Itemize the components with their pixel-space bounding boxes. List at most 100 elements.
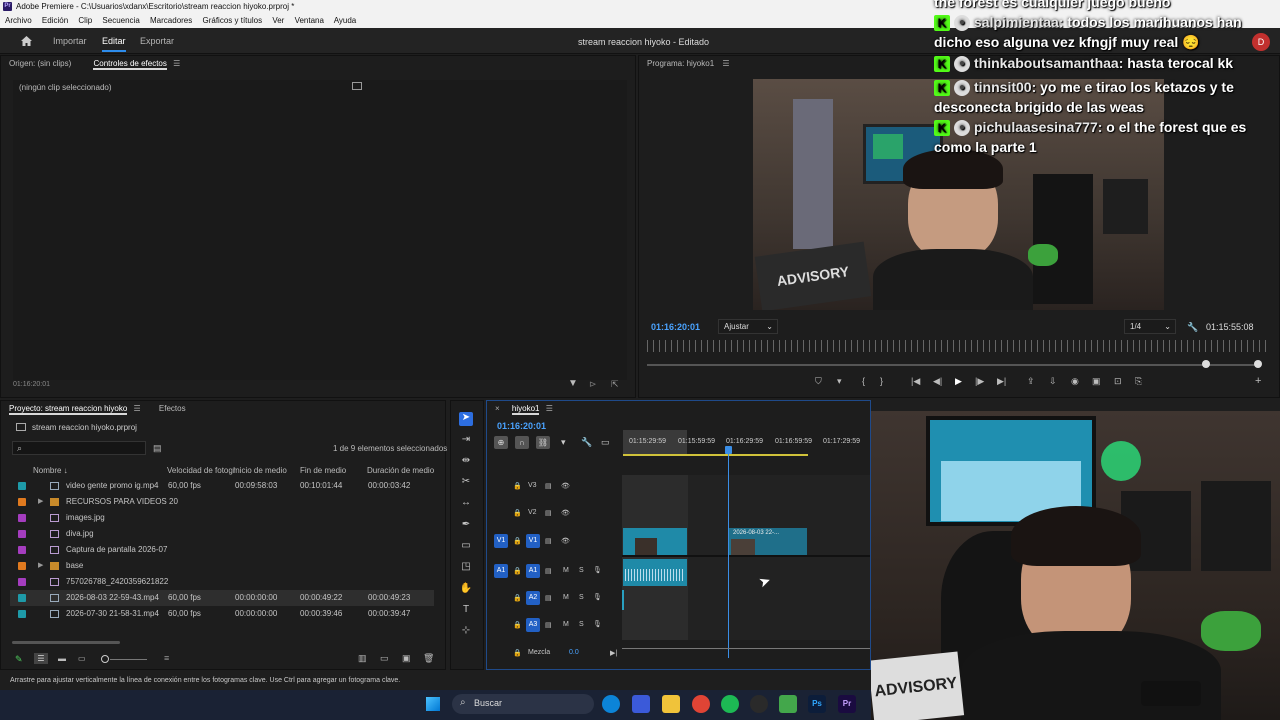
label-color-swatch[interactable] xyxy=(18,578,26,586)
pen-tool-icon[interactable]: ✒ xyxy=(459,519,473,533)
motion-tool-icon[interactable]: ◳ xyxy=(459,561,473,575)
tab-effects[interactable]: Efectos xyxy=(159,404,186,413)
windows-start-icon[interactable] xyxy=(426,697,440,711)
extract-icon[interactable]: ⇩ xyxy=(1049,376,1057,387)
menu-marcadores[interactable]: Marcadores xyxy=(150,16,192,25)
sync-lock-icon[interactable]: ▤ xyxy=(545,594,552,602)
pencil-icon[interactable]: ✎ xyxy=(15,654,23,665)
automate-icon[interactable]: ▥ xyxy=(358,653,367,664)
trash-icon[interactable]: 🗑 xyxy=(423,653,434,664)
playhead-line[interactable] xyxy=(728,448,729,658)
lock-icon[interactable]: 🔒 xyxy=(513,594,522,602)
export-icon[interactable]: ⇱ xyxy=(611,379,619,390)
captions-icon[interactable]: ▭ xyxy=(601,437,610,448)
camera-icon[interactable]: ◉ xyxy=(1071,376,1079,387)
premiere-icon[interactable]: Pr xyxy=(838,695,856,713)
audio-clip[interactable] xyxy=(623,559,687,586)
list-item[interactable]: Captura de pantalla 2026-07 xyxy=(10,542,434,558)
mix-value[interactable]: 0.0 xyxy=(569,649,579,656)
label-color-swatch[interactable] xyxy=(18,562,26,570)
eye-icon[interactable]: 👁 xyxy=(561,509,570,517)
nest-icon[interactable]: ⊕ xyxy=(494,436,508,449)
mark-out-icon[interactable]: } xyxy=(880,376,883,386)
new-item-icon[interactable]: ▣ xyxy=(402,653,411,664)
close-icon[interactable]: × xyxy=(495,404,500,413)
user-avatar-badge[interactable]: D xyxy=(1252,33,1270,51)
ripple-edit-tool-icon[interactable]: ⇹ xyxy=(459,455,473,469)
sync-lock-icon[interactable]: ▤ xyxy=(545,509,552,517)
track-target-a1[interactable]: A1 xyxy=(526,564,540,578)
label-color-swatch[interactable] xyxy=(18,546,26,554)
list-item[interactable]: diva.jpg xyxy=(10,526,434,542)
zoom-slider-handle[interactable] xyxy=(101,655,109,663)
lock-icon[interactable]: 🔒 xyxy=(513,509,522,517)
marker-icon[interactable]: ▾ xyxy=(837,376,842,387)
go-to-end-icon[interactable]: ▶| xyxy=(610,649,617,657)
tab-effect-controls[interactable]: Controles de efectos xyxy=(93,59,167,70)
track-target-a3[interactable]: A3 xyxy=(526,618,540,632)
lock-icon[interactable]: 🔒 xyxy=(513,621,522,629)
project-menu-icon[interactable]: ☰ xyxy=(134,404,141,413)
project-search-input[interactable]: ⌕ xyxy=(12,441,146,455)
lift-icon[interactable]: ⇪ xyxy=(1027,376,1035,387)
label-color-swatch[interactable] xyxy=(18,594,26,602)
source-patch-a1[interactable]: A1 xyxy=(494,564,508,578)
sort-icon[interactable]: ≡ xyxy=(164,653,169,663)
store-icon[interactable] xyxy=(632,695,650,713)
export-frame-icon[interactable]: ⎘ xyxy=(1135,376,1142,387)
snap-icon[interactable]: ∩ xyxy=(515,436,529,449)
lock-icon[interactable]: 🔒 xyxy=(513,567,522,575)
eye-icon[interactable]: 👁 xyxy=(561,482,570,490)
panel-menu-icon[interactable]: ☰ xyxy=(173,59,180,68)
linked-selection-icon[interactable]: ⛓ xyxy=(536,436,550,449)
lock-icon[interactable]: 🔒 xyxy=(513,537,522,545)
go-to-out-icon[interactable]: ▶| xyxy=(997,376,1006,387)
obs-icon[interactable] xyxy=(750,695,768,713)
tab-importar[interactable]: Importar xyxy=(53,36,87,46)
list-item[interactable]: 2026-07-30 21-58-31.mp4 60,00 fps 00:00:00… xyxy=(10,606,434,622)
play-icon[interactable]: ▶ xyxy=(955,376,962,387)
tab-program[interactable]: Programa: hiyoko1 xyxy=(647,59,714,68)
chrome-icon[interactable] xyxy=(692,695,710,713)
selection-tool-icon[interactable]: ➤ xyxy=(459,412,473,426)
list-view-icon[interactable]: ☰ xyxy=(34,653,48,664)
edge-icon[interactable] xyxy=(602,695,620,713)
label-color-swatch[interactable] xyxy=(18,610,26,618)
step-forward-icon[interactable]: |▶ xyxy=(975,376,984,387)
list-item[interactable]: video gente promo ig.mp4 60,00 fps 00:09:5… xyxy=(10,478,434,494)
icon-view-icon[interactable]: ▬ xyxy=(58,654,66,663)
mute-button[interactable]: M xyxy=(563,621,569,628)
col-start[interactable]: Inicio de medio xyxy=(233,466,287,475)
label-color-swatch[interactable] xyxy=(18,530,26,538)
add-button-icon[interactable]: + xyxy=(1255,375,1261,387)
play-audio-icon[interactable]: ⊳ xyxy=(589,379,597,390)
solo-button[interactable]: S xyxy=(579,567,584,574)
filter-icon[interactable]: ▼ xyxy=(568,378,578,389)
menu-ver[interactable]: Ver xyxy=(272,16,284,25)
col-name[interactable]: Nombre ↓ xyxy=(33,466,68,475)
new-bin-icon[interactable]: ▭ xyxy=(380,653,389,664)
zoom-handle-left[interactable] xyxy=(1202,360,1210,368)
menu-secuencia[interactable]: Secuencia xyxy=(102,16,139,25)
compare-icon[interactable]: ▣ xyxy=(1092,376,1101,387)
solo-button[interactable]: S xyxy=(579,594,584,601)
source-patch-v1[interactable]: V1 xyxy=(494,534,508,548)
menu-archivo[interactable]: Archivo xyxy=(5,16,32,25)
menu-ventana[interactable]: Ventana xyxy=(295,16,324,25)
go-to-in-icon[interactable]: |◀ xyxy=(911,376,920,387)
expand-triangle-icon[interactable]: ▶ xyxy=(38,494,43,510)
wrench-icon[interactable]: 🔧 xyxy=(1187,322,1198,333)
tab-exportar[interactable]: Exportar xyxy=(140,36,174,46)
label-color-swatch[interactable] xyxy=(18,482,26,490)
track-select-tool-icon[interactable]: ⇥ xyxy=(459,434,473,448)
zoom-slider[interactable] xyxy=(110,659,147,660)
mic-icon[interactable]: 🎙 xyxy=(593,620,602,628)
sync-lock-icon[interactable]: ▤ xyxy=(545,482,552,490)
file-explorer-icon[interactable] xyxy=(662,695,680,713)
sync-lock-icon[interactable]: ▤ xyxy=(545,537,552,545)
zoom-scrollbar[interactable] xyxy=(647,364,1258,366)
vr-icon[interactable]: ⊡ xyxy=(1114,376,1122,387)
col-fps[interactable]: Velocidad de fotogr xyxy=(167,466,236,475)
resolution-dropdown[interactable]: 1/4 ⌄ xyxy=(1124,319,1176,334)
fit-dropdown[interactable]: Ajustar ⌄ xyxy=(718,319,778,334)
